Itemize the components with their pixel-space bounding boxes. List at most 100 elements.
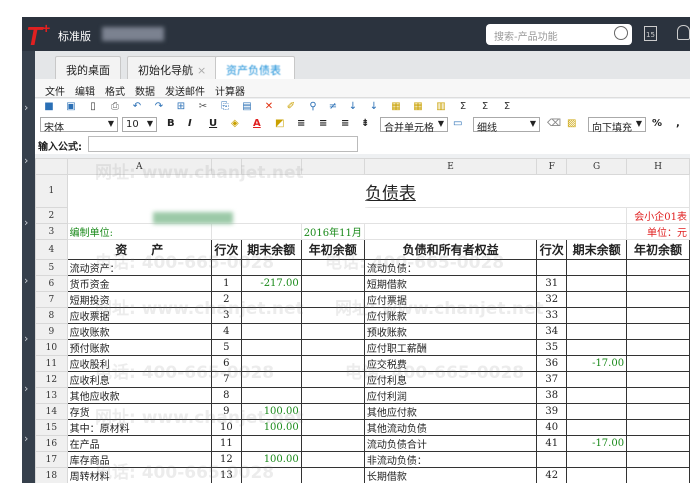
line-no[interactable]: 38 xyxy=(536,387,568,404)
column-header[interactable]: A xyxy=(66,158,212,175)
line-no[interactable]: 5 xyxy=(210,339,242,356)
liability-name[interactable]: 其他流动负债 xyxy=(363,419,538,436)
line-no[interactable]: 40 xyxy=(536,419,568,436)
chevron-right-icon[interactable]: › xyxy=(24,382,28,395)
row-header[interactable]: 16 xyxy=(35,435,68,452)
font-size-select[interactable]: 10 ▼ xyxy=(122,117,157,132)
end-balance[interactable] xyxy=(566,387,628,404)
line-no[interactable]: 10 xyxy=(210,419,242,436)
asset-name[interactable]: 货币资金 xyxy=(66,275,212,292)
begin-balance[interactable] xyxy=(626,419,690,436)
comma-button[interactable]: , xyxy=(676,118,680,129)
sum-icon[interactable]: Σ xyxy=(457,101,469,113)
close-icon[interactable]: × xyxy=(197,64,206,77)
save-as-icon[interactable]: ▣ xyxy=(65,101,77,113)
asset-name[interactable]: 应收票据 xyxy=(66,307,212,324)
align-left-icon[interactable]: ≡ xyxy=(297,118,305,129)
line-no[interactable]: 11 xyxy=(210,435,242,452)
line-no[interactable]: 8 xyxy=(210,387,242,404)
formula-input[interactable] xyxy=(88,136,358,152)
begin-balance[interactable] xyxy=(626,451,690,468)
asset-name[interactable]: 周转材料 xyxy=(66,467,212,483)
end-balance[interactable] xyxy=(240,291,302,308)
begin-balance[interactable] xyxy=(626,435,690,452)
form-code[interactable]: 会小企01表 xyxy=(626,207,690,224)
currency-unit[interactable]: 单位：元 xyxy=(626,223,690,240)
row-header[interactable]: 11 xyxy=(35,355,68,372)
end-balance[interactable] xyxy=(566,307,628,324)
begin-balance[interactable] xyxy=(300,371,365,388)
chevron-right-icon[interactable]: › xyxy=(24,216,28,229)
end-balance[interactable] xyxy=(566,467,628,483)
sort-asc-icon[interactable]: ↓ xyxy=(347,101,359,113)
eraser-icon[interactable]: ⌫ xyxy=(547,118,561,129)
end-balance[interactable] xyxy=(240,323,302,340)
paste-values-icon[interactable]: ▦ xyxy=(412,101,424,113)
insert-icon[interactable]: ▥ xyxy=(435,101,447,113)
line-no[interactable] xyxy=(536,451,568,468)
font-color-icon[interactable]: A xyxy=(253,118,261,129)
header-line-no[interactable]: 行次 xyxy=(536,239,568,260)
header-liabilities[interactable]: 负债和所有者权益 xyxy=(363,239,538,260)
menu-edit[interactable]: 编辑 xyxy=(75,83,95,98)
end-balance[interactable] xyxy=(240,259,302,276)
row-header[interactable]: 13 xyxy=(35,387,68,404)
begin-balance[interactable] xyxy=(300,323,365,340)
end-balance[interactable] xyxy=(240,339,302,356)
format-painter-icon[interactable]: ▨ xyxy=(567,118,576,129)
percent-button[interactable]: % xyxy=(652,118,662,129)
end-balance[interactable] xyxy=(566,339,628,356)
header-begin-balance[interactable]: 年初余额 xyxy=(626,239,690,260)
line-no[interactable]: 37 xyxy=(536,371,568,388)
row-header[interactable]: 14 xyxy=(35,403,68,420)
line-no[interactable]: 12 xyxy=(210,451,242,468)
begin-balance[interactable] xyxy=(626,339,690,356)
select-all-icon[interactable]: ⊞ xyxy=(175,101,187,113)
search-icon[interactable] xyxy=(614,26,628,40)
row-header[interactable]: 15 xyxy=(35,419,68,436)
underline-button[interactable]: U xyxy=(209,118,217,129)
line-no[interactable]: 3 xyxy=(210,307,242,324)
line-no[interactable]: 42 xyxy=(536,467,568,483)
redo-icon[interactable]: ↷ xyxy=(153,101,165,113)
liability-name[interactable]: 非流动负债： xyxy=(363,451,538,468)
fill-down-select[interactable]: 向下填充 ▼ xyxy=(588,117,646,134)
line-no[interactable]: 7 xyxy=(210,371,242,388)
border-style-select[interactable]: 细线 ▼ xyxy=(473,117,540,134)
end-balance[interactable] xyxy=(566,259,628,276)
column-header[interactable]: H xyxy=(626,158,690,175)
liability-name[interactable]: 长期借款 xyxy=(363,467,538,483)
menu-calculator[interactable]: 计算器 xyxy=(215,83,245,98)
asset-name[interactable]: 应收股利 xyxy=(66,355,212,372)
begin-balance[interactable] xyxy=(626,467,690,483)
begin-balance[interactable] xyxy=(300,275,365,292)
align-center-icon[interactable]: ≡ xyxy=(319,118,327,129)
end-balance[interactable]: 100.00 xyxy=(240,403,302,420)
delete-icon[interactable]: ✕ xyxy=(263,101,275,113)
end-balance[interactable]: -17.00 xyxy=(566,435,628,452)
print-icon[interactable]: ⎙ xyxy=(109,101,121,113)
liability-name[interactable]: 应付票据 xyxy=(363,291,538,308)
row-header[interactable]: 18 xyxy=(35,467,68,483)
end-balance[interactable] xyxy=(240,435,302,452)
row-header[interactable]: 1 xyxy=(35,174,68,208)
menu-data[interactable]: 数据 xyxy=(135,83,155,98)
begin-balance[interactable] xyxy=(300,435,365,452)
begin-balance[interactable] xyxy=(626,275,690,292)
begin-balance[interactable] xyxy=(626,403,690,420)
asset-name[interactable]: 存货 xyxy=(66,403,212,420)
column-header[interactable]: E xyxy=(363,158,538,175)
print-preview-icon[interactable]: ▯ xyxy=(87,101,99,113)
row-header[interactable]: 8 xyxy=(35,307,68,324)
paste-special-icon[interactable]: ▦ xyxy=(390,101,402,113)
line-no[interactable]: 32 xyxy=(536,291,568,308)
end-balance[interactable] xyxy=(566,323,628,340)
end-balance[interactable] xyxy=(566,403,628,420)
tab-my-desktop[interactable]: 我的桌面 xyxy=(55,56,121,79)
line-no[interactable]: 41 xyxy=(536,435,568,452)
chevron-right-icon[interactable]: › xyxy=(24,154,28,167)
copy-icon[interactable]: ⎘ xyxy=(219,101,231,113)
find-icon[interactable]: ⚲ xyxy=(307,101,319,113)
line-no[interactable]: 2 xyxy=(210,291,242,308)
asset-name[interactable]: 应收利息 xyxy=(66,371,212,388)
